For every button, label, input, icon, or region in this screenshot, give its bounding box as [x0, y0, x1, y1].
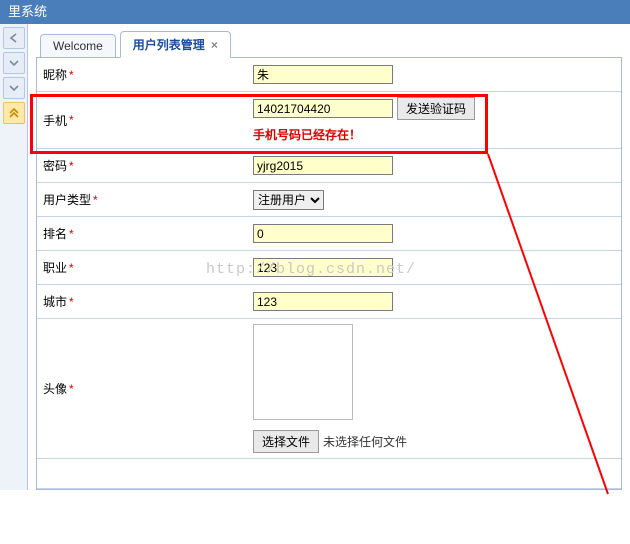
phone-label: 手机 — [43, 112, 67, 129]
phone-input[interactable] — [253, 99, 393, 118]
chevron-down-icon-2[interactable] — [3, 77, 25, 99]
tab-user-list-label: 用户列表管理 — [133, 38, 205, 52]
collapse-left-icon[interactable] — [3, 27, 25, 49]
required-mark: * — [69, 382, 74, 396]
tab-welcome[interactable]: Welcome — [40, 34, 116, 57]
password-label: 密码 — [43, 157, 67, 174]
send-code-button[interactable]: 发送验证码 — [397, 97, 475, 120]
password-input[interactable] — [253, 156, 393, 175]
nickname-input[interactable] — [253, 65, 393, 84]
required-mark: * — [69, 159, 74, 173]
no-file-text: 未选择任何文件 — [323, 433, 407, 450]
required-mark: * — [93, 193, 98, 207]
city-label: 城市 — [43, 293, 67, 310]
app-title: 里系统 — [8, 4, 47, 19]
required-mark: * — [69, 227, 74, 241]
rank-input[interactable] — [253, 224, 393, 243]
required-mark: * — [69, 68, 74, 82]
nickname-label: 昵称 — [43, 66, 67, 83]
chevron-up-double-icon[interactable] — [3, 102, 25, 124]
tab-bar: Welcome 用户列表管理 × — [36, 30, 622, 58]
required-mark: * — [69, 261, 74, 275]
choose-file-button[interactable]: 选择文件 — [253, 430, 319, 453]
close-icon[interactable]: × — [211, 38, 218, 52]
tab-user-list[interactable]: 用户列表管理 × — [120, 31, 231, 58]
city-input[interactable] — [253, 292, 393, 311]
user-type-label: 用户类型 — [43, 191, 91, 208]
chevron-down-icon[interactable] — [3, 52, 25, 74]
avatar-label: 头像 — [43, 380, 67, 397]
tab-welcome-label: Welcome — [53, 39, 103, 53]
avatar-preview — [253, 324, 353, 420]
sidebar — [0, 24, 28, 490]
occupation-input[interactable] — [253, 258, 393, 277]
phone-error: 手机号码已经存在！ — [253, 126, 615, 143]
required-mark: * — [69, 295, 74, 309]
occupation-label: 职业 — [43, 259, 67, 276]
rank-label: 排名 — [43, 225, 67, 242]
required-mark: * — [69, 113, 74, 127]
form: 昵称* 手机* 发送验证码 手机号码已经存在！ 密码* 用户类型* 注册用户 — [36, 58, 622, 490]
user-type-select[interactable]: 注册用户 — [253, 190, 324, 210]
header-bar: 里系统 — [0, 0, 630, 24]
